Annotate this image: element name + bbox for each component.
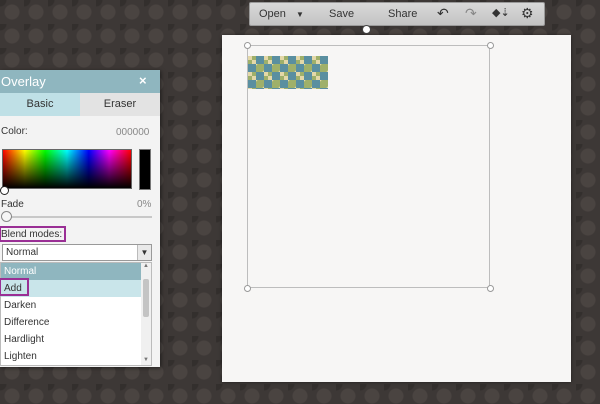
- scroll-up-icon[interactable]: ▲: [143, 263, 149, 269]
- color-swatch: [139, 149, 151, 190]
- resize-handle-bottom-left[interactable]: [244, 285, 251, 292]
- tab-eraser[interactable]: Eraser: [80, 93, 160, 116]
- color-label: Color:: [1, 126, 28, 137]
- blend-label-highlight: [0, 226, 66, 242]
- color-spectrum-picker[interactable]: [2, 149, 132, 189]
- fade-slider-knob[interactable]: [1, 211, 12, 222]
- gear-icon[interactable]: ⚙: [521, 5, 534, 22]
- fade-label: Fade: [1, 199, 24, 210]
- redo-icon[interactable]: ↷: [465, 5, 477, 22]
- blend-option-lighten[interactable]: Lighten: [1, 348, 141, 365]
- panel-tabs: Basic Eraser: [0, 93, 160, 116]
- add-option-highlight: [0, 278, 29, 296]
- scrollbar-thumb[interactable]: [143, 279, 149, 317]
- top-toolbar: Open ▼ Save Share ↶ ↷ ◆⇣ ⚙: [249, 2, 545, 26]
- selection-box[interactable]: [247, 45, 490, 288]
- blend-mode-select[interactable]: Normal ▼: [2, 244, 152, 261]
- blend-option-darken[interactable]: Darken: [1, 297, 141, 314]
- share-button[interactable]: Share: [388, 8, 417, 20]
- save-button[interactable]: Save: [329, 8, 354, 20]
- scroll-down-icon[interactable]: ▼: [143, 357, 149, 363]
- undo-icon[interactable]: ↶: [437, 5, 449, 22]
- resize-handle-top-left[interactable]: [244, 42, 251, 49]
- blend-mode-selected-value: Normal: [6, 247, 39, 258]
- color-hex-value[interactable]: 000000: [116, 127, 149, 138]
- panel-header: Overlay ×: [0, 70, 160, 93]
- resize-handle-bottom-right[interactable]: [487, 285, 494, 292]
- open-button[interactable]: Open: [259, 8, 286, 20]
- blend-option-difference[interactable]: Difference: [1, 314, 141, 331]
- open-dropdown-caret-icon[interactable]: ▼: [296, 10, 304, 19]
- dropdown-scrollbar[interactable]: ▲ ▼: [141, 263, 151, 365]
- layers-icon[interactable]: ◆⇣: [492, 6, 510, 19]
- overlay-panel: Overlay × Basic Eraser Color: 000000 Fad…: [0, 70, 160, 367]
- blend-option-hardlight[interactable]: Hardlight: [1, 331, 141, 348]
- tab-basic[interactable]: Basic: [0, 93, 80, 116]
- fade-slider-track[interactable]: [6, 216, 152, 218]
- color-picker-cursor[interactable]: [0, 186, 9, 195]
- close-icon[interactable]: ×: [139, 73, 147, 88]
- chevron-down-icon[interactable]: ▼: [137, 245, 151, 260]
- toolbar-connector-handle[interactable]: [362, 25, 371, 34]
- resize-handle-top-right[interactable]: [487, 42, 494, 49]
- panel-title: Overlay: [1, 74, 46, 89]
- fade-value: 0%: [137, 199, 152, 210]
